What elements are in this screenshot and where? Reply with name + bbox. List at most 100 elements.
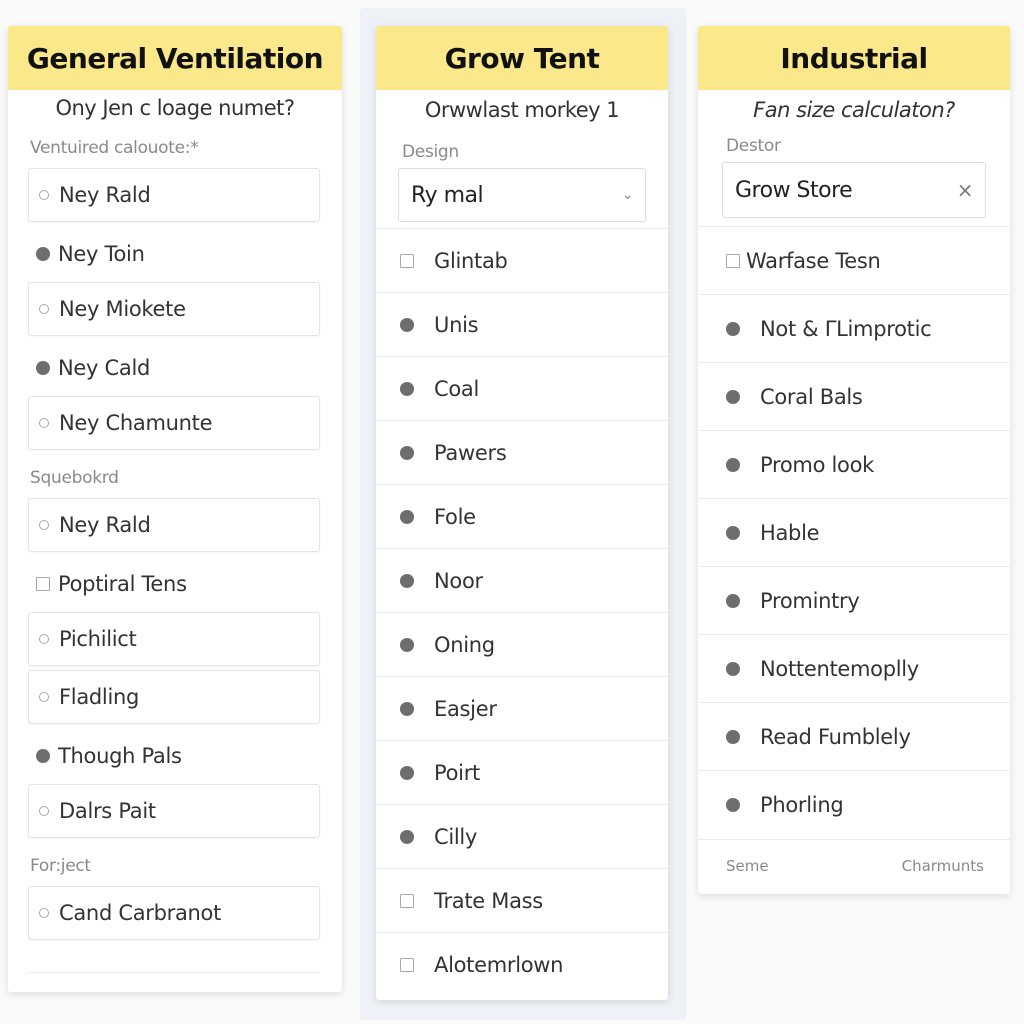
radio-icon[interactable] [39, 304, 49, 314]
radio-selected-icon[interactable] [36, 361, 50, 375]
radio-selected-icon[interactable] [400, 637, 414, 652]
option-label: Ney Chamunte [59, 411, 213, 435]
option-item[interactable]: Fladling [28, 670, 320, 724]
clear-icon[interactable]: × [957, 178, 974, 202]
list-item-label: Pawers [434, 440, 507, 465]
list-item[interactable]: Phorling [698, 771, 1010, 839]
list-item-label: Coral Bals [760, 384, 863, 409]
radio-selected-icon[interactable] [400, 381, 414, 396]
radio-icon[interactable] [39, 908, 49, 918]
list-item[interactable]: Oning [376, 613, 668, 677]
radio-selected-icon[interactable] [726, 525, 740, 540]
destor-input[interactable]: Grow Store × [722, 162, 986, 218]
panel-subtitle: Fan size calculaton? [753, 98, 955, 122]
option-item[interactable]: Ney Chamunte [28, 396, 320, 450]
radio-icon[interactable] [39, 520, 49, 530]
radio-selected-icon[interactable] [400, 445, 414, 460]
radio-selected-icon[interactable] [36, 247, 50, 261]
list-item[interactable]: Cilly [376, 805, 668, 869]
radio-icon[interactable] [39, 418, 49, 428]
option-item[interactable]: Though Pals [28, 728, 320, 784]
radio-selected-icon[interactable] [726, 321, 740, 336]
design-label: Design [402, 142, 459, 162]
footer-left-link[interactable]: Seme [726, 857, 769, 875]
list-item[interactable]: Coal [376, 357, 668, 421]
option-item[interactable]: Pichilict [28, 612, 320, 666]
radio-selected-icon[interactable] [726, 389, 740, 404]
list-item-label: Cilly [434, 824, 478, 849]
radio-selected-icon[interactable] [400, 509, 414, 524]
list-item[interactable]: Alotemrlown [376, 933, 668, 997]
radio-selected-icon[interactable] [36, 749, 50, 763]
footer-right-link[interactable]: Charmunts [902, 857, 984, 875]
list-item[interactable]: Warfase Tesn [698, 227, 1010, 295]
option-item[interactable]: Ney Miokete [28, 282, 320, 336]
list-item[interactable]: Glintab [376, 229, 668, 293]
radio-icon[interactable] [39, 806, 49, 816]
option-label: Ney Rald [59, 513, 151, 537]
section-label-forject: For:ject [30, 856, 91, 876]
option-icon-wrap [400, 765, 434, 780]
option-icon-wrap [400, 317, 434, 332]
option-icon-wrap [400, 253, 434, 268]
option-icon-wrap [29, 520, 59, 530]
option-icon-wrap [726, 729, 760, 744]
option-item[interactable]: Ney Cald [28, 340, 320, 396]
radio-icon[interactable] [39, 692, 49, 702]
list-item[interactable]: Hable [698, 499, 1010, 567]
radio-selected-icon[interactable] [726, 457, 740, 472]
panel-title: General Ventilation [8, 26, 342, 90]
panel-subtitle: Ony Jen c loage numet? [55, 96, 295, 120]
design-select[interactable]: Ry mal ⌄ [398, 168, 646, 222]
list-item[interactable]: Promintry [698, 567, 1010, 635]
radio-selected-icon[interactable] [400, 317, 414, 332]
option-label: Ney Toin [58, 242, 145, 266]
list-item[interactable]: Promo look [698, 431, 1010, 499]
checkbox-icon[interactable] [400, 893, 414, 908]
option-item[interactable]: Ney Toin [28, 226, 320, 282]
list-item-label: Easjer [434, 696, 497, 721]
option-icon-wrap [400, 381, 434, 396]
list-item[interactable]: Unis [376, 293, 668, 357]
radio-selected-icon[interactable] [400, 765, 414, 780]
checkbox-icon[interactable] [400, 958, 414, 972]
panel-footer [28, 972, 320, 974]
radio-icon[interactable] [39, 190, 49, 200]
checkbox-icon[interactable] [36, 577, 50, 591]
radio-selected-icon[interactable] [400, 829, 414, 844]
list-item[interactable]: Nottentemoplly [698, 635, 1010, 703]
option-icon-wrap [726, 253, 746, 268]
list-item-label: Phorling [760, 793, 844, 817]
radio-selected-icon[interactable] [400, 701, 414, 716]
grow-tent-panel: Grow Tent Orwwlast morkey 1 Design Ry ma… [376, 26, 668, 1000]
option-item[interactable]: Ney Rald [28, 498, 320, 552]
option-item[interactable]: Ney Rald [28, 168, 320, 222]
list-item[interactable]: Read Fumblely [698, 703, 1010, 771]
option-item[interactable]: Poptiral Tens [28, 556, 320, 612]
industrial-panel: Industrial Fan size calculaton? Destor G… [698, 26, 1010, 894]
option-item[interactable]: Cand Carbranot [28, 886, 320, 940]
list-item[interactable]: Poirt [376, 741, 668, 805]
list-item-label: Hable [760, 520, 820, 545]
option-icon-wrap [726, 798, 760, 812]
checkbox-icon[interactable] [400, 253, 414, 268]
option-icon-wrap [400, 573, 434, 588]
checkbox-icon[interactable] [726, 253, 740, 268]
radio-selected-icon[interactable] [726, 593, 740, 608]
radio-selected-icon[interactable] [726, 798, 740, 812]
option-icon-wrap [726, 593, 760, 608]
radio-icon[interactable] [39, 634, 49, 644]
list-item[interactable]: Pawers [376, 421, 668, 485]
option-item[interactable]: Dalrs Pait [28, 784, 320, 838]
radio-selected-icon[interactable] [726, 661, 740, 676]
list-item[interactable]: Not & ΓLimprotic [698, 295, 1010, 363]
radio-selected-icon[interactable] [726, 729, 740, 744]
list-item[interactable]: Easjer [376, 677, 668, 741]
list-item[interactable]: Noor [376, 549, 668, 613]
list-item[interactable]: Coral Bals [698, 363, 1010, 431]
section-label-ventuired: Ventuired calouote:* [30, 138, 199, 158]
option-icon-wrap [400, 829, 434, 844]
radio-selected-icon[interactable] [400, 573, 414, 588]
list-item[interactable]: Fole [376, 485, 668, 549]
list-item[interactable]: Trate Mass [376, 869, 668, 933]
